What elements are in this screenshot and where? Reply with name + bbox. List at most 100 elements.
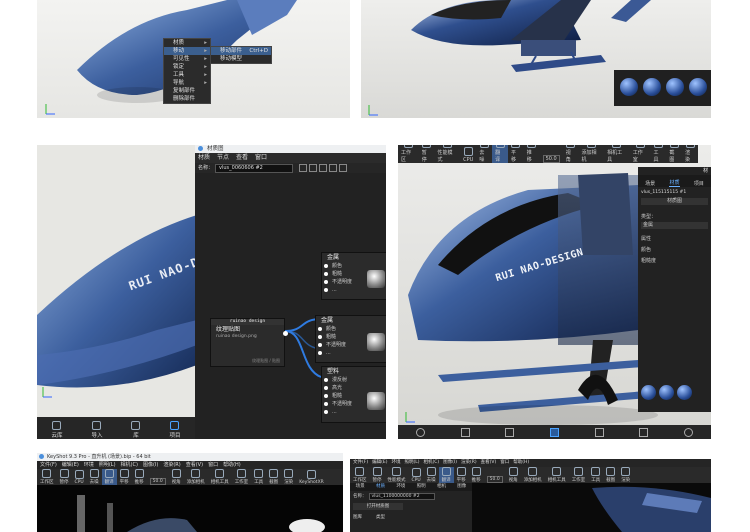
tab-material[interactable]: 材质 [376, 483, 385, 491]
toolbar-add-camera[interactable]: 添加相机 [184, 469, 208, 485]
menu-help[interactable]: 帮助(H) [223, 461, 241, 469]
menu-view[interactable]: 查看(V) [186, 461, 203, 469]
toolbar-view[interactable]: 视角 [169, 469, 184, 485]
toolbar-workspace[interactable]: 工作区 [37, 469, 57, 485]
toolbar-screenshot[interactable]: 截图 [603, 467, 618, 483]
screenshot-icon[interactable] [639, 427, 649, 437]
project-button[interactable]: 项目 [166, 421, 183, 439]
graph-toolbar-icon[interactable] [329, 164, 338, 172]
menu-file[interactable]: 文件(F) [353, 459, 368, 467]
menu-image[interactable]: 图像(I) [143, 461, 158, 469]
menu-item-tools[interactable]: 工具 ▸ [164, 71, 210, 79]
zoom-field[interactable]: 50.0 [147, 478, 169, 485]
toolbar-view[interactable]: 视角 [506, 467, 521, 483]
menu-edit[interactable]: 编辑(E) [62, 461, 79, 469]
toolbar-pan[interactable]: 平移 [454, 467, 469, 483]
toolbar-pause[interactable]: 暂停 [57, 469, 72, 485]
material-preview-ball[interactable] [666, 78, 684, 96]
menu-item-material[interactable]: 材质 ▸ [164, 39, 210, 47]
toolbar-cpu[interactable]: CPU [409, 468, 424, 483]
toolbar-camera-tools[interactable]: 相机工具 [208, 469, 232, 485]
material-name-field[interactable]: vlus_115115115 #1 [638, 187, 711, 198]
menu-material[interactable]: 材质 [198, 153, 210, 163]
material-preview-ball[interactable] [689, 78, 707, 96]
render-icon[interactable] [684, 427, 694, 437]
import-icon[interactable] [460, 427, 470, 437]
tab-material[interactable]: 材质 [669, 179, 680, 187]
toolbar-cpu[interactable]: CPU [72, 470, 87, 485]
tab-image[interactable]: 图像 [457, 483, 466, 491]
cloud-icon[interactable] [415, 427, 425, 437]
menu-item-lock[interactable]: 锁定 ▸ [164, 63, 210, 71]
menu-camera[interactable]: 相机(C) [121, 461, 138, 469]
menu-view[interactable]: 查看(V) [481, 459, 497, 467]
toolbar-denoise[interactable]: 去噪 [87, 469, 102, 485]
animation-icon[interactable] [594, 427, 604, 437]
tab-environment[interactable]: 环境 [396, 483, 405, 491]
tab-scene[interactable]: 场景 [356, 483, 365, 491]
menu-lighting[interactable]: 照明(L) [404, 459, 419, 467]
toolbar-workspace[interactable]: 工作区 [350, 467, 370, 483]
toolbar-render[interactable]: 渲染 [281, 469, 296, 485]
menu-environment[interactable]: 环境 [84, 461, 94, 469]
tab-lighting[interactable]: 照明 [417, 483, 426, 491]
menu-render[interactable]: 渲染(R) [163, 461, 180, 469]
toolbar-pause[interactable]: 暂停 [370, 467, 385, 483]
cloud-library-button[interactable]: 云库 [48, 421, 65, 439]
menu-item-move-model[interactable]: 移动模型 [211, 55, 271, 63]
menu-item-delete-part[interactable]: 删除部件 [164, 95, 210, 103]
node-prop[interactable]: 高光 [322, 384, 386, 392]
texture-map-node[interactable]: ruinao design 纹理贴图 ruinao design.png 纹理贴… [210, 318, 288, 367]
toolbar-camera-tools[interactable]: 相机工具 [545, 467, 569, 483]
node-prop[interactable]: 颜色 [316, 325, 386, 333]
open-material-graph-button[interactable]: 材质图 [641, 198, 708, 205]
toolbar-studio[interactable]: 工作室 [232, 469, 252, 485]
menu-file[interactable]: 文件(F) [40, 461, 57, 469]
toolbar-render[interactable]: 渲染 [618, 467, 633, 483]
material-preview-ball[interactable] [643, 78, 661, 96]
toolbar-studio[interactable]: 工作室 [569, 467, 589, 483]
toolbar-translate[interactable]: 翻译 [438, 467, 454, 483]
graph-toolbar-icon[interactable] [339, 164, 348, 172]
material-preview-ball[interactable] [659, 385, 674, 400]
tab-camera[interactable]: 相机 [437, 483, 446, 491]
menu-item-move[interactable]: 移动 ▸ [164, 47, 210, 55]
import-button[interactable]: 导入 [88, 421, 105, 439]
toolbar-add-camera[interactable]: 添加相机 [521, 467, 545, 483]
tab-project[interactable]: 项目 [694, 180, 704, 187]
toolbar-denoise[interactable]: 去噪 [424, 467, 439, 483]
menu-node[interactable]: 节点 [217, 153, 229, 163]
menu-edit[interactable]: 编辑(E) [372, 459, 387, 467]
menu-item-move-part[interactable]: 移动部件 Ctrl+D [211, 47, 271, 55]
project-icon[interactable] [549, 427, 559, 437]
type-select[interactable]: 金属 [641, 222, 708, 229]
toolbar-performance[interactable]: 性能模式 [385, 467, 409, 483]
toolbar-keyshotxr[interactable]: KeyShotXR [296, 470, 327, 485]
node-prop[interactable]: 颜色 [322, 262, 386, 270]
menu-item-navigate[interactable]: 导航 ▸ [164, 79, 210, 87]
toolbar-tools[interactable]: 工具 [251, 469, 266, 485]
metal-node-1[interactable]: 金属 颜色 粗糙 不透明度 ... [321, 252, 386, 300]
open-material-graph-button[interactable]: 打开材质图 [353, 503, 403, 510]
menu-item-duplicate-part[interactable]: 复制部件 [164, 87, 210, 95]
toolbar-dolly[interactable]: 推移 [132, 469, 147, 485]
name-input[interactable]: vlus_0060606 #2 [215, 163, 294, 173]
menu-environment[interactable]: 环境 [391, 459, 400, 467]
output-socket-icon[interactable] [283, 331, 288, 336]
toolbar-translate[interactable]: 翻译 [101, 469, 117, 485]
menu-image[interactable]: 图像(I) [443, 459, 457, 467]
toolbar-pan[interactable]: 平移 [117, 469, 132, 485]
graph-toolbar-icon[interactable] [309, 164, 318, 172]
name-input[interactable]: vlus_1100000000 #2 [368, 493, 435, 500]
toolbar-tools[interactable]: 工具 [588, 467, 603, 483]
menu-window[interactable]: 窗口 [255, 153, 267, 163]
material-preview-ball[interactable] [620, 78, 638, 96]
tab-scene[interactable]: 场景 [645, 180, 655, 187]
graph-toolbar-icon[interactable] [299, 164, 308, 172]
library-button[interactable]: 库 [128, 421, 143, 439]
material-preview-ball[interactable] [641, 385, 656, 400]
metal-node-2[interactable]: 金属 颜色 粗糙 不透明度 ... [315, 315, 386, 363]
menu-view[interactable]: 查看 [236, 153, 248, 163]
menu-camera[interactable]: 相机(C) [424, 459, 440, 467]
toolbar-screenshot[interactable]: 截图 [266, 469, 281, 485]
